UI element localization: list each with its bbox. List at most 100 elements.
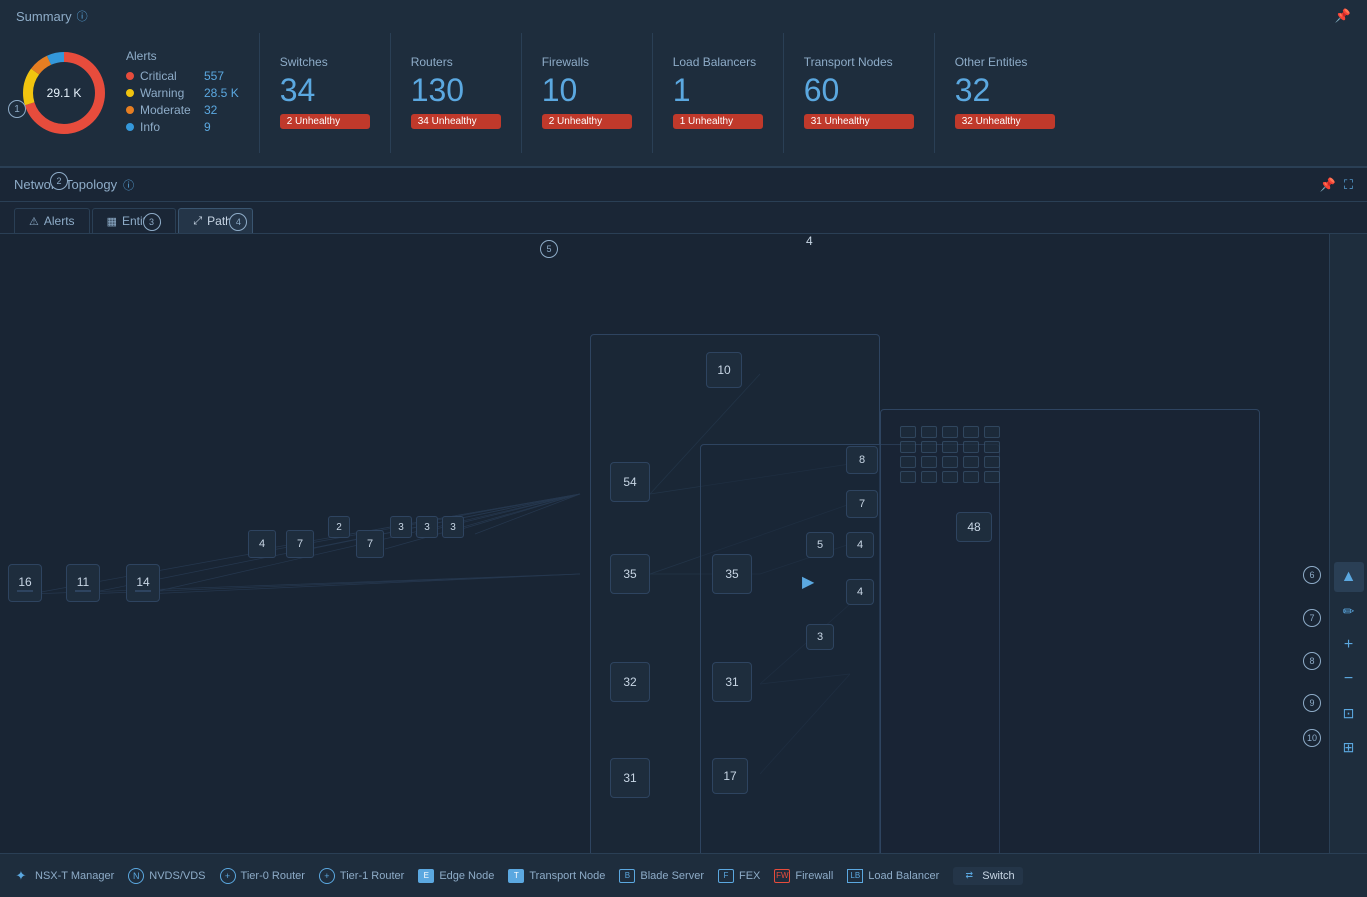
topology-canvas[interactable]: 5 16 11 14 4 7 2 7 3 3 3 54 35 32 31 (0, 234, 1367, 853)
alerts-label: Alerts (126, 49, 239, 63)
stat-transport-label: Transport Nodes (804, 55, 914, 69)
node-16[interactable]: 16 (8, 564, 42, 602)
node-4a[interactable]: 4 (248, 530, 276, 558)
tab-entities[interactable]: 3 ▦ Entities (92, 208, 177, 233)
node-17[interactable]: 17 (712, 758, 748, 794)
stat-loadbalancers: Load Balancers 1 1 Unhealthy (673, 55, 763, 129)
node-4d[interactable]: 4 (846, 579, 874, 605)
node-4b[interactable]: 4 (846, 532, 874, 558)
legend-blade-label: Blade Server (640, 870, 704, 882)
blade-icon: B (619, 869, 635, 883)
legend-switch: ⇄ Switch (953, 867, 1022, 885)
fex-icon: F (718, 869, 734, 883)
alert-info: Info 9 (126, 120, 239, 134)
right-servers (900, 426, 1002, 483)
summary-title: Summary (16, 9, 72, 24)
annotation-1: 1 (8, 100, 26, 118)
tool-zoom-out[interactable]: − (1334, 664, 1364, 694)
info-count: 9 (204, 120, 211, 134)
tool-fit[interactable]: ⊡ (1334, 698, 1364, 728)
node-3b[interactable]: 3 (416, 516, 438, 538)
summary-info-icon[interactable]: ⓘ (77, 8, 88, 24)
tool-add[interactable]: + (1334, 630, 1364, 660)
legend-nvds: N NVDS/VDS (128, 868, 205, 884)
node-7b[interactable]: 7 (356, 530, 384, 558)
node-14[interactable]: 14 (126, 564, 160, 602)
legend-tier0: + Tier-0 Router (220, 868, 305, 884)
legend-blade: B Blade Server (619, 869, 704, 883)
stat-other-value: 32 (955, 73, 1055, 108)
warning-dot (126, 89, 134, 97)
node-32[interactable]: 32 (610, 662, 650, 702)
info-label: Info (140, 120, 198, 134)
stat-transport: Transport Nodes 60 31 Unhealthy (804, 55, 914, 129)
legend-firewall-label: Firewall (795, 870, 833, 882)
node-4c[interactable]: 4 (806, 234, 813, 248)
summary-pin-icon[interactable]: 📌 (1335, 8, 1351, 23)
right-sidebar: 6 7 8 9 10 ▲ ✏ + − ⊡ ⊞ (1329, 234, 1367, 853)
stat-other-badge: 32 Unhealthy (955, 114, 1055, 129)
legend-tier1-label: Tier-1 Router (340, 870, 404, 882)
moderate-dot (126, 106, 134, 114)
moderate-label: Moderate (140, 103, 198, 117)
stat-switches-badge: 2 Unhealthy (280, 114, 370, 129)
node-2[interactable]: 2 (328, 516, 350, 538)
node-31a[interactable]: 31 (610, 758, 650, 798)
legend-transport-label: Transport Node (529, 870, 605, 882)
legend-firewall: FW Firewall (774, 869, 833, 883)
legend-nsxt-label: NSX-T Manager (35, 870, 114, 882)
node-3a[interactable]: 3 (390, 516, 412, 538)
firewall-icon: FW (774, 869, 790, 883)
node-35a[interactable]: 35 (610, 554, 650, 594)
topology-expand-icon[interactable]: ⛶ (1344, 177, 1353, 193)
annotation-4: 4 (229, 213, 247, 231)
node-10[interactable]: 10 (706, 352, 742, 388)
node-3c[interactable]: 3 (442, 516, 464, 538)
node-35b[interactable]: 35 (712, 554, 752, 594)
node-5[interactable]: 5 (806, 532, 834, 558)
tab-paths[interactable]: 4 ⤢ Paths (178, 208, 253, 233)
node-48[interactable]: 48 (956, 512, 992, 542)
lb-icon: LB (847, 869, 863, 883)
tabs-row: 2 ⚠ Alerts 3 ▦ Entities 4 ⤢ Paths (0, 202, 1367, 234)
node-31b[interactable]: 31 (712, 662, 752, 702)
edge-icon: E (418, 869, 434, 883)
node-11-num: 11 (77, 575, 89, 589)
alert-moderate: Moderate 32 (126, 103, 239, 117)
critical-dot (126, 72, 134, 80)
annotation-6: 6 (1303, 566, 1321, 584)
critical-label: Critical (140, 69, 198, 83)
transport-icon: T (508, 869, 524, 883)
node-8[interactable]: 8 (846, 446, 878, 474)
tool-edit[interactable]: ✏ (1334, 596, 1364, 626)
entities-tab-icon: ▦ (107, 215, 117, 228)
alert-critical: Critical 557 (126, 69, 239, 83)
legend-tier0-label: Tier-0 Router (241, 870, 305, 882)
tool-triangle[interactable]: ▲ (1334, 562, 1364, 592)
topology-info-icon[interactable]: ⓘ (123, 177, 134, 193)
switch-icon: ⇄ (961, 869, 977, 883)
stat-firewalls-value: 10 (542, 73, 632, 108)
donut-value: 29.1 K (47, 86, 82, 100)
tab-alerts[interactable]: 2 ⚠ Alerts (14, 208, 90, 233)
stat-firewalls-label: Firewalls (542, 55, 632, 69)
stat-lb-badge: 1 Unhealthy (673, 114, 763, 129)
stat-firewalls: Firewalls 10 2 Unhealthy (542, 55, 632, 129)
node-14-num: 14 (136, 575, 149, 589)
alert-warning: Warning 28.5 K (126, 86, 239, 100)
annotation-10: 10 (1303, 729, 1321, 747)
node-54[interactable]: 54 (610, 462, 650, 502)
critical-count: 557 (204, 69, 224, 83)
alerts-block: Alerts Critical 557 Warning 28.5 K Moder… (126, 49, 239, 137)
topology-pin-icon[interactable]: 📌 (1320, 177, 1336, 193)
node-7c[interactable]: 7 (846, 490, 878, 518)
node-3d[interactable]: 3 (806, 624, 834, 650)
stat-transport-value: 60 (804, 73, 914, 108)
node-7a[interactable]: 7 (286, 530, 314, 558)
alert-tab-icon: ⚠ (29, 215, 39, 228)
warning-label: Warning (140, 86, 198, 100)
tool-map[interactable]: ⊞ (1334, 732, 1364, 762)
legend-fex-label: FEX (739, 870, 760, 882)
node-11[interactable]: 11 (66, 564, 100, 602)
legend-switch-label: Switch (982, 870, 1014, 882)
